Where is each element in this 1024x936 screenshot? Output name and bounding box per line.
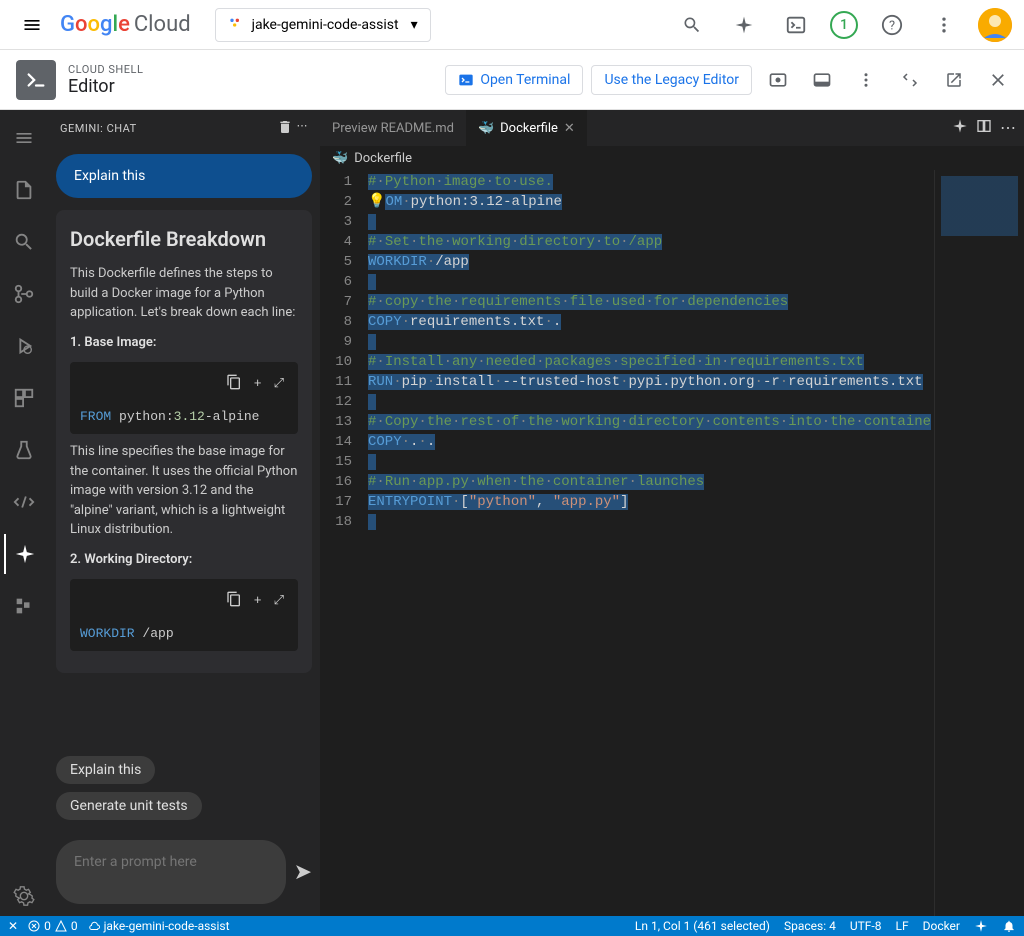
code-content[interactable]: #·Python·image·to·use.💡OM·python:3.12-al… [368,170,934,916]
cloud-shell-icon[interactable] [778,7,814,43]
more-vert-icon[interactable] [848,62,884,98]
status-bar: ✕ 0 0 jake-gemini-code-assist Ln 1, Col … [0,916,1024,936]
response-intro: This Dockerfile defines the steps to bui… [70,264,298,323]
indent-indicator[interactable]: Spaces: 4 [784,919,836,933]
more-icon[interactable] [926,7,962,43]
suggestion-tests[interactable]: Generate unit tests [56,792,202,820]
gemini-sparkle-icon[interactable] [726,7,762,43]
prompt-row: ➤ [48,828,320,916]
flask-icon[interactable] [4,430,44,470]
response-title: Dockerfile Breakdown [70,224,298,254]
copy-code-icon[interactable] [226,374,242,397]
code-block-1: + ⤢ FROM python:3.12-alpine [70,362,298,434]
close-icon[interactable] [980,62,1016,98]
line-gutter: 123456789101112131415161718 [320,170,368,916]
copy-code-icon[interactable] [226,591,242,614]
project-name: jake-gemini-code-assist [252,17,399,33]
delete-chat-icon[interactable] [277,119,293,138]
chat-panel-header: GEMINI: CHAT ⋯ [48,110,320,146]
gemini-chat-panel: GEMINI: CHAT ⋯ Explain this Dockerfile B… [48,110,320,916]
suggestion-chips: Explain this Generate unit tests [48,744,320,828]
shell-title: Editor [68,76,143,97]
extensions-icon[interactable] [4,378,44,418]
minimap[interactable] [934,170,1024,916]
notifications-icon[interactable] [1002,919,1016,933]
tab-dockerfile[interactable]: 🐳 Dockerfile ✕ [466,110,587,146]
notifications-badge[interactable]: 1 [830,11,858,39]
section1-title: 1. Base Image: [70,335,156,350]
remote-indicator[interactable]: ✕ [8,919,18,933]
project-selector[interactable]: jake-gemini-code-assist ▾ [215,8,431,42]
search-panel-icon[interactable] [4,222,44,262]
gemini-tab-icon[interactable] [952,118,968,138]
split-editor-icon[interactable] [976,118,992,138]
more-chat-icon[interactable]: ⋯ [297,119,309,138]
editor-main: Preview README.md 🐳 Dockerfile ✕ ⋯ 🐳 Doc… [320,110,1024,916]
hamburger-menu[interactable] [12,5,52,45]
activity-bar [0,110,48,916]
docker-breadcrumb-icon: 🐳 [332,151,348,166]
expand-code-icon[interactable]: ⤢ [274,374,284,397]
source-control-icon[interactable] [4,274,44,314]
gemini-icon[interactable] [4,534,44,574]
section1-body: This line specifies the base image for t… [70,442,298,540]
editor-container: GEMINI: CHAT ⋯ Explain this Dockerfile B… [0,110,1024,916]
preview-icon[interactable] [760,62,796,98]
cursor-position[interactable]: Ln 1, Col 1 (461 selected) [635,919,770,933]
swap-icon[interactable] [892,62,928,98]
status-project[interactable]: jake-gemini-code-assist [88,919,230,933]
status-gemini-icon[interactable] [974,919,988,933]
cloud-code-icon[interactable] [4,482,44,522]
shell-subtitle: CLOUD SHELL [68,63,143,76]
search-icon[interactable] [674,7,710,43]
eol-indicator[interactable]: LF [895,919,908,933]
chat-body: Explain this Dockerfile Breakdown This D… [48,146,320,744]
project-dots-icon [228,15,244,35]
insert-code-icon[interactable]: + [254,374,262,397]
suggestion-explain[interactable]: Explain this [56,756,155,784]
open-new-icon[interactable] [936,62,972,98]
tab-readme[interactable]: Preview README.md [320,110,466,146]
terraform-icon[interactable] [4,586,44,626]
more-tabs-icon[interactable]: ⋯ [1000,118,1016,138]
docker-file-icon: 🐳 [478,121,494,136]
open-terminal-button[interactable]: Open Terminal [445,65,583,95]
help-icon[interactable]: ? [874,7,910,43]
panel-icon[interactable] [804,62,840,98]
editor-tabs: Preview README.md 🐳 Dockerfile ✕ ⋯ [320,110,1024,146]
chevron-down-icon: ▾ [411,17,418,33]
legacy-editor-button[interactable]: Use the Legacy Editor [591,65,752,95]
expand-code-icon[interactable]: ⤢ [274,591,284,614]
svg-text:?: ? [889,18,895,33]
section2-title: 2. Working Directory: [70,552,192,567]
code-block-2: + ⤢ WORKDIR /app [70,579,298,651]
shell-logo-icon [16,60,56,100]
debug-icon[interactable] [4,326,44,366]
google-cloud-logo[interactable]: Google Cloud [60,12,191,37]
user-avatar[interactable] [978,8,1012,42]
insert-code-icon[interactable]: + [254,591,262,614]
settings-gear-icon[interactable] [4,876,44,916]
user-message: Explain this [56,154,312,198]
close-tab-icon[interactable]: ✕ [564,121,575,136]
problems-indicator[interactable]: 0 0 [28,919,78,933]
language-indicator[interactable]: Docker [923,919,960,933]
cloud-header: Google Cloud jake-gemini-code-assist ▾ 1… [0,0,1024,50]
breadcrumb[interactable]: 🐳 Dockerfile [320,146,1024,170]
explorer-icon[interactable] [4,170,44,210]
shell-header: CLOUD SHELL Editor Open Terminal Use the… [0,50,1024,110]
assistant-response: Dockerfile Breakdown This Dockerfile def… [56,210,312,673]
prompt-input[interactable] [56,840,286,904]
activity-menu-icon[interactable] [4,118,44,158]
encoding-indicator[interactable]: UTF-8 [850,919,882,933]
code-editor[interactable]: 123456789101112131415161718 #·Python·ima… [320,170,1024,916]
send-button[interactable]: ➤ [294,860,312,885]
